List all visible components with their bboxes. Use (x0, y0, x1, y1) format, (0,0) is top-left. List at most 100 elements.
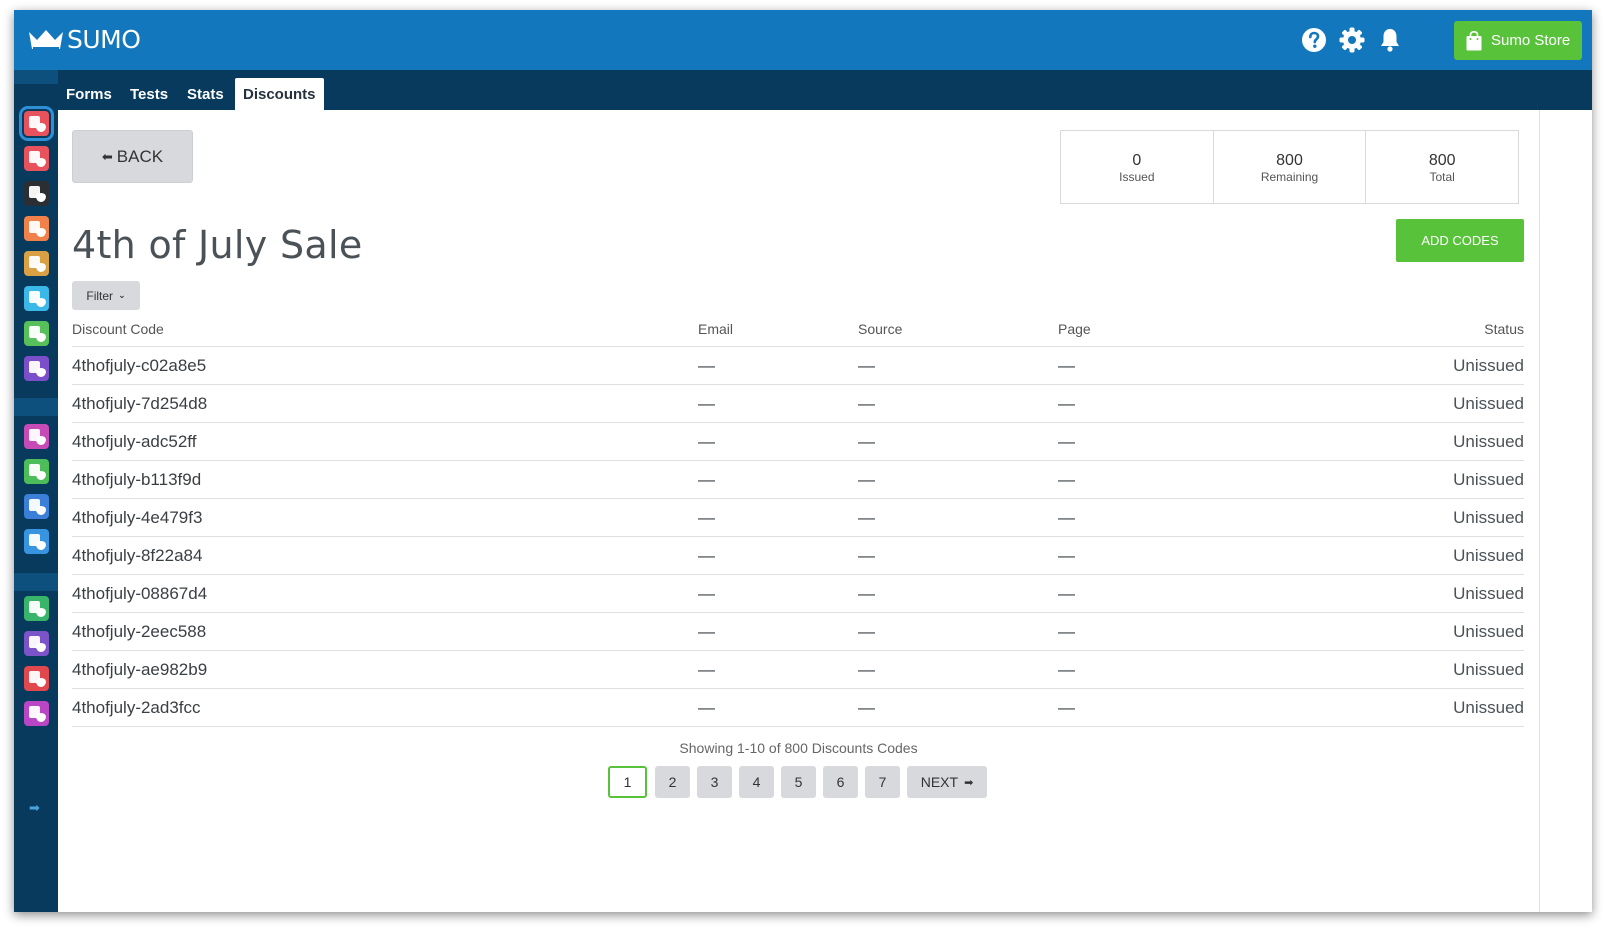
page-cell: — (1058, 356, 1075, 375)
column-header-code[interactable]: Discount Code (72, 319, 164, 339)
next-page-button[interactable]: NEXT ➡ (907, 766, 987, 798)
app-icon-8[interactable] (24, 356, 49, 381)
page-button-2[interactable]: 2 (655, 766, 690, 798)
status-cell: Unissued (1453, 546, 1524, 565)
email-cell: — (698, 546, 715, 565)
back-label: BACK (116, 146, 164, 166)
store-button[interactable]: Sumo Store (1454, 21, 1582, 60)
app-icon-12[interactable] (24, 529, 49, 554)
page-button-7[interactable]: 7 (865, 766, 900, 798)
stat-total: 800 Total (1366, 131, 1518, 203)
discount-code: 4thofjuly-ae982b9 (72, 660, 208, 679)
bell-icon[interactable] (1377, 27, 1403, 53)
page-button-3[interactable]: 3 (697, 766, 732, 798)
column-header-status[interactable]: Status (1484, 319, 1524, 339)
page-button-4[interactable]: 4 (739, 766, 774, 798)
page-cell: — (1058, 470, 1075, 489)
discount-code: 4thofjuly-2eec588 (72, 622, 207, 641)
page-button-5[interactable]: 5 (781, 766, 816, 798)
email-cell: — (698, 356, 715, 375)
discount-code: 4thofjuly-b113f9d (72, 470, 202, 489)
app-icon-4[interactable] (24, 216, 49, 241)
app-icon-7[interactable] (24, 321, 49, 346)
email-cell: — (698, 584, 715, 603)
app-icon-13[interactable] (24, 596, 49, 621)
source-cell: — (858, 622, 875, 641)
gear-icon[interactable] (1339, 27, 1365, 53)
tab-discounts[interactable]: Discounts (235, 78, 324, 110)
app-icon-list-builder[interactable] (19, 106, 54, 141)
source-cell: — (858, 660, 875, 679)
table-row: 4thofjuly-7d254d8 — — — Unissued (72, 385, 1524, 423)
discount-code: 4thofjuly-8f22a84 (72, 546, 203, 565)
tab-stats[interactable]: Stats (179, 78, 232, 110)
table-row: 4thofjuly-4e479f3 — — — Unissued (72, 499, 1524, 537)
page-cell: — (1058, 508, 1075, 527)
table-header: Discount Code Email Source Page Status (72, 317, 1524, 347)
page-button-6[interactable]: 6 (823, 766, 858, 798)
discount-code: 4thofjuly-c02a8e5 (72, 356, 207, 375)
stat-issued: 0 Issued (1061, 131, 1214, 203)
add-codes-button[interactable]: ADD CODES (1396, 219, 1524, 262)
app-icon-2[interactable] (24, 146, 49, 171)
app-icon-15[interactable] (24, 666, 49, 691)
discount-code: 4thofjuly-adc52ff (72, 432, 197, 451)
email-cell: — (698, 508, 715, 527)
app-icon-5[interactable] (24, 251, 49, 276)
source-cell: — (858, 698, 875, 717)
column-header-source[interactable]: Source (858, 319, 902, 339)
table-row: 4thofjuly-c02a8e5 — — — Unissued (72, 347, 1524, 385)
tab-tests[interactable]: Tests (122, 78, 176, 110)
table-row: 4thofjuly-8f22a84 — — — Unissued (72, 537, 1524, 575)
column-header-email[interactable]: Email (698, 319, 733, 339)
app-icon-6[interactable] (24, 286, 49, 311)
app-icon-11[interactable] (24, 494, 49, 519)
top-bar: SUMO Sumo Store (14, 10, 1592, 70)
discount-codes-table: Discount Code Email Source Page Status 4… (72, 317, 1524, 727)
help-icon[interactable] (1301, 27, 1327, 53)
sidebar-top-strip (14, 70, 58, 84)
page-cell: — (1058, 698, 1075, 717)
filter-label: Filter (86, 288, 114, 303)
page-cell: — (1058, 546, 1075, 565)
email-cell: — (698, 432, 715, 451)
arrow-right-icon: ➡ (964, 776, 974, 789)
main-content: ⬅ BACK 0 Issued 800 Remaining 800 Total … (58, 110, 1539, 912)
app-icon-3[interactable] (24, 181, 49, 206)
page-cell: — (1058, 432, 1075, 451)
app-icon-16[interactable] (24, 701, 49, 726)
email-cell: — (698, 622, 715, 641)
stat-label: Issued (1119, 170, 1155, 184)
table-row: 4thofjuly-2eec588 — — — Unissued (72, 613, 1524, 651)
email-cell: — (698, 698, 715, 717)
discount-code: 4thofjuly-4e479f3 (72, 508, 203, 527)
shopping-bag-icon (1466, 30, 1482, 50)
next-label: NEXT (920, 774, 959, 790)
app-icon-9[interactable] (24, 424, 49, 449)
page-title: 4th of July Sale (72, 223, 363, 267)
stat-value: 0 (1132, 152, 1142, 169)
tab-forms[interactable]: Forms (58, 78, 120, 110)
email-cell: — (698, 394, 715, 413)
app-icon-14[interactable] (24, 631, 49, 656)
stats-panel: 0 Issued 800 Remaining 800 Total (1060, 130, 1519, 204)
discount-code: 4thofjuly-08867d4 (72, 584, 208, 603)
app-window: SUMO Sumo Store Forms Tests Stats Discou… (14, 10, 1592, 912)
column-header-page[interactable]: Page (1058, 319, 1091, 339)
expand-arrow-icon[interactable]: ➡ (29, 800, 40, 816)
sumo-logo[interactable]: SUMO (28, 25, 141, 55)
back-button[interactable]: ⬅ BACK (72, 130, 193, 183)
table-row: 4thofjuly-2ad3fcc — — — Unissued (72, 689, 1524, 727)
source-cell: — (858, 584, 875, 603)
sidebar-separator (14, 398, 58, 416)
pagination-info: Showing 1-10 of 800 Discounts Codes (679, 740, 918, 756)
app-icon-10[interactable] (24, 459, 49, 484)
nav-bar: Forms Tests Stats Discounts (14, 70, 1592, 110)
status-cell: Unissued (1453, 470, 1524, 489)
discount-code: 4thofjuly-2ad3fcc (72, 698, 201, 717)
status-cell: Unissued (1453, 508, 1524, 527)
page-button-1[interactable]: 1 (608, 766, 647, 798)
status-cell: Unissued (1453, 584, 1524, 603)
filter-dropdown[interactable]: Filter ⌄ (72, 281, 140, 310)
right-scroll-gutter (1539, 110, 1592, 912)
